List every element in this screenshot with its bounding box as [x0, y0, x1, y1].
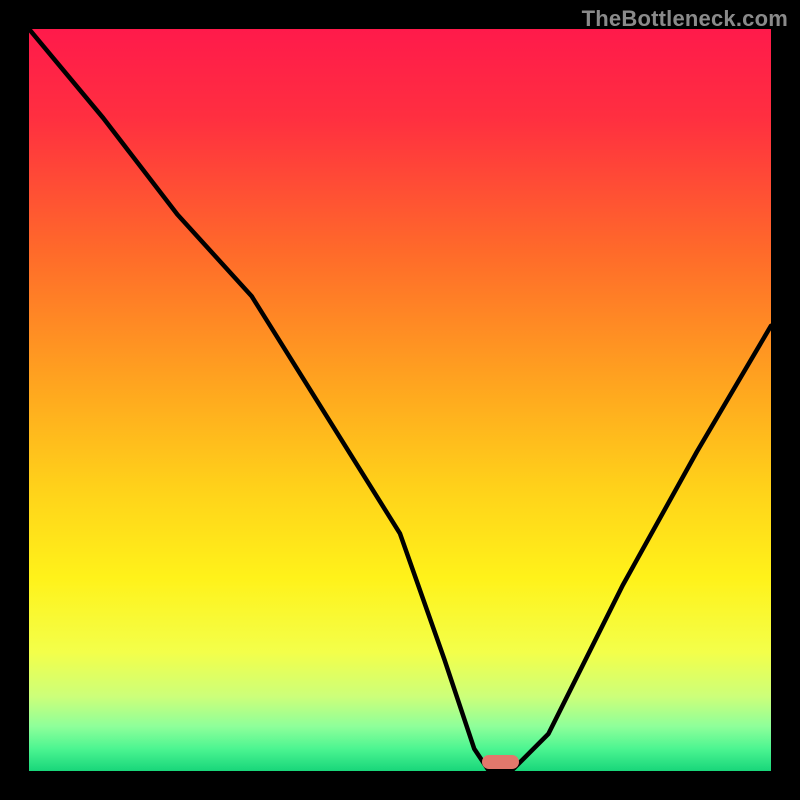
optimal-marker	[482, 755, 519, 769]
chart-container: TheBottleneck.com	[0, 0, 800, 800]
bottleneck-curve	[29, 29, 771, 771]
plot-area	[29, 29, 771, 771]
